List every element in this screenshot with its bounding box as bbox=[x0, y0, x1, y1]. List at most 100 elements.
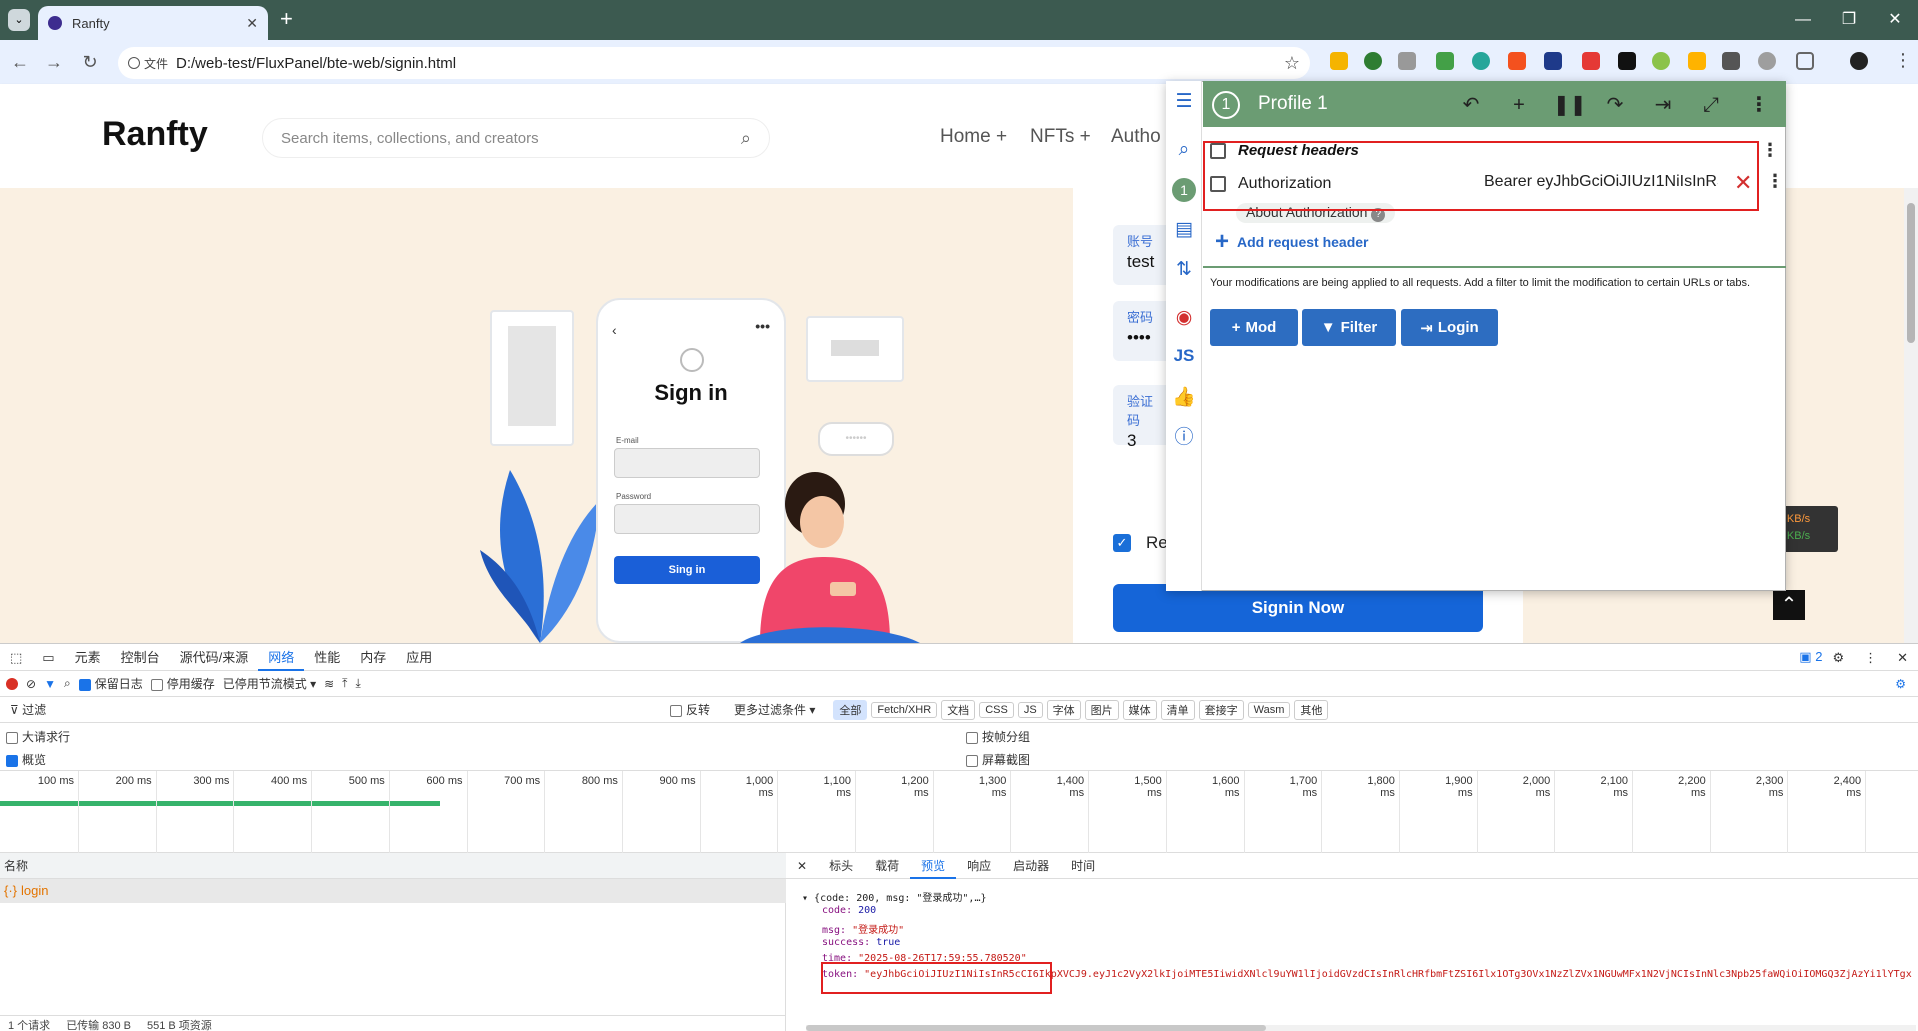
preview-summary[interactable]: ▾ {code: 200, msg: "登录成功",…} bbox=[802, 889, 987, 904]
nav-authors[interactable]: Autho bbox=[1111, 126, 1161, 148]
search-icon[interactable]: ⌕ bbox=[741, 128, 751, 149]
page-scrollbar[interactable] bbox=[1904, 188, 1918, 643]
add-mod-button[interactable]: + Mod bbox=[1210, 309, 1298, 346]
scroll-top-button[interactable]: ⌃ bbox=[1773, 590, 1805, 620]
js-icon[interactable]: JS bbox=[1172, 344, 1196, 368]
reload-icon[interactable]: ↻ bbox=[78, 50, 102, 74]
share-icon[interactable]: ↷ bbox=[1601, 92, 1629, 118]
captcha-field[interactable]: 验证码 3 bbox=[1113, 385, 1173, 450]
tab-network[interactable]: 网络 bbox=[258, 644, 305, 671]
devtools-menu-icon[interactable]: ⋮ bbox=[1854, 644, 1887, 671]
horizontal-scrollbar[interactable] bbox=[806, 1025, 1916, 1031]
filter-type-ws[interactable]: 套接字 bbox=[1198, 699, 1244, 720]
hamburger-menu-icon[interactable]: ☰ bbox=[1172, 90, 1196, 114]
tab-console[interactable]: 控制台 bbox=[111, 644, 170, 671]
filter-type-other[interactable]: 其他 bbox=[1294, 699, 1329, 720]
filter-type-css[interactable]: CSS bbox=[979, 701, 1014, 718]
tab-headers[interactable]: 标头 bbox=[818, 853, 864, 879]
extension-icon[interactable] bbox=[1436, 52, 1454, 70]
extensions-puzzle-icon[interactable] bbox=[1796, 52, 1814, 70]
settings-icon[interactable]: ⚙ bbox=[1822, 644, 1854, 671]
account-field[interactable]: 账号 test bbox=[1113, 225, 1173, 285]
throttle-select[interactable]: 已停用节流模式 ▾ bbox=[223, 675, 316, 692]
import-har-icon[interactable]: ⤒ bbox=[342, 676, 347, 691]
profile-number-badge[interactable]: 1 bbox=[1212, 91, 1240, 119]
filter-type-media[interactable]: 媒体 bbox=[1122, 699, 1157, 720]
big-rows-checkbox[interactable]: 大请求行 bbox=[6, 728, 70, 745]
tab-initiator[interactable]: 启动器 bbox=[1002, 853, 1060, 879]
restore-button[interactable]: ❐ bbox=[1826, 0, 1872, 40]
section-menu-icon[interactable]: ⋮ bbox=[1761, 140, 1779, 161]
more-options-icon[interactable]: ⋮ bbox=[1745, 92, 1773, 118]
filter-type-img[interactable]: 图片 bbox=[1084, 699, 1119, 720]
overview-checkbox[interactable]: 概览 bbox=[6, 751, 46, 768]
extension-icon[interactable] bbox=[1582, 52, 1600, 70]
help-icon[interactable]: ⓘ bbox=[1172, 426, 1196, 450]
invert-checkbox[interactable]: 反转 bbox=[670, 701, 710, 718]
login-button[interactable]: ⇥ Login bbox=[1401, 309, 1498, 346]
modheader-extension-icon[interactable] bbox=[1758, 52, 1776, 70]
expand-icon[interactable]: ⤢ bbox=[1697, 92, 1725, 118]
network-conditions-icon[interactable]: ≋ bbox=[324, 677, 334, 691]
filter-input[interactable]: ⊽ 过滤 bbox=[10, 701, 670, 718]
extension-icon[interactable] bbox=[1688, 52, 1706, 70]
filter-type-fetch[interactable]: Fetch/XHR bbox=[871, 701, 938, 718]
password-value[interactable]: •••• bbox=[1127, 328, 1159, 348]
extension-icon[interactable] bbox=[1544, 52, 1562, 70]
tab-memory[interactable]: 内存 bbox=[350, 644, 396, 671]
request-row[interactable]: {·} login bbox=[0, 879, 786, 903]
new-tab-button[interactable]: + bbox=[280, 8, 293, 30]
tab-application[interactable]: 应用 bbox=[396, 644, 442, 671]
browser-tab[interactable]: Ranfty ✕ bbox=[38, 6, 268, 40]
network-settings-icon[interactable]: ⚙ bbox=[1895, 677, 1906, 691]
minimize-button[interactable]: — bbox=[1780, 0, 1826, 40]
tab-response[interactable]: 响应 bbox=[956, 853, 1002, 879]
tab-elements[interactable]: 元素 bbox=[65, 644, 111, 671]
name-column-header[interactable]: 名称 bbox=[0, 853, 786, 879]
tab-payload[interactable]: 载荷 bbox=[864, 853, 910, 879]
tab-preview[interactable]: 预览 bbox=[910, 853, 957, 879]
filter-type-font[interactable]: 字体 bbox=[1046, 699, 1081, 720]
browser-menu-icon[interactable]: ⋮ bbox=[1894, 50, 1912, 71]
extension-icon[interactable] bbox=[1330, 52, 1348, 70]
extension-icon[interactable] bbox=[1472, 52, 1490, 70]
back-icon[interactable]: ← bbox=[8, 50, 32, 74]
tab-timing[interactable]: 时间 bbox=[1060, 853, 1106, 879]
disable-cache-checkbox[interactable]: 停用缓存 bbox=[150, 675, 215, 692]
inspect-element-icon[interactable]: ⬚ bbox=[0, 644, 32, 671]
scrollbar-thumb[interactable] bbox=[806, 1025, 1266, 1031]
nav-home[interactable]: Home + bbox=[940, 126, 1007, 148]
network-timeline[interactable]: 100 ms 200 ms 300 ms 400 ms 500 ms 600 ms 700 … bbox=[0, 771, 1918, 853]
bookmark-star-icon[interactable]: ☆ bbox=[1284, 53, 1300, 74]
hidden-eye-icon[interactable]: ◉ bbox=[1172, 306, 1196, 330]
sort-icon[interactable]: ⇅ bbox=[1172, 258, 1196, 282]
profile-badge-icon[interactable]: 1 bbox=[1172, 178, 1196, 202]
filter-type-doc[interactable]: 文档 bbox=[941, 699, 976, 720]
extension-icon[interactable] bbox=[1722, 52, 1740, 70]
nav-nfts[interactable]: NFTs + bbox=[1030, 126, 1091, 148]
file-chip[interactable]: 文件 bbox=[128, 55, 168, 72]
close-tab-icon[interactable]: ✕ bbox=[246, 15, 258, 32]
extension-icon[interactable] bbox=[1652, 52, 1670, 70]
search-icon[interactable]: ⌕ bbox=[1172, 138, 1196, 162]
close-detail-icon[interactable]: ✕ bbox=[786, 853, 818, 879]
import-file-icon[interactable]: ▤ bbox=[1172, 218, 1196, 242]
add-filter-button[interactable]: ▼ Filter bbox=[1302, 309, 1396, 346]
signin-button[interactable]: Signin Now bbox=[1113, 584, 1483, 632]
remember-checkbox[interactable]: ✓ bbox=[1113, 534, 1131, 552]
preserve-log-checkbox[interactable]: 保留日志 bbox=[78, 675, 143, 692]
extension-icon[interactable] bbox=[1618, 52, 1636, 70]
site-search-input[interactable]: Search items, collections, and creators … bbox=[262, 118, 770, 158]
record-icon[interactable] bbox=[6, 677, 18, 690]
tab-sources[interactable]: 源代码/来源 bbox=[170, 644, 259, 671]
filter-type-wasm[interactable]: Wasm bbox=[1247, 701, 1291, 718]
filter-type-manifest[interactable]: 清单 bbox=[1160, 699, 1195, 720]
account-value[interactable]: test bbox=[1127, 252, 1159, 272]
export-har-icon[interactable]: ⤓ bbox=[355, 676, 360, 691]
profile-title[interactable]: Profile 1 bbox=[1258, 93, 1328, 115]
extension-icon[interactable] bbox=[1398, 52, 1416, 70]
add-request-header-button[interactable]: + Add request header bbox=[1215, 230, 1369, 254]
scrollbar-thumb[interactable] bbox=[1907, 203, 1915, 343]
screenshots-checkbox[interactable]: 屏幕截图 bbox=[966, 751, 1030, 768]
export-icon[interactable]: ⇥ bbox=[1649, 92, 1677, 118]
